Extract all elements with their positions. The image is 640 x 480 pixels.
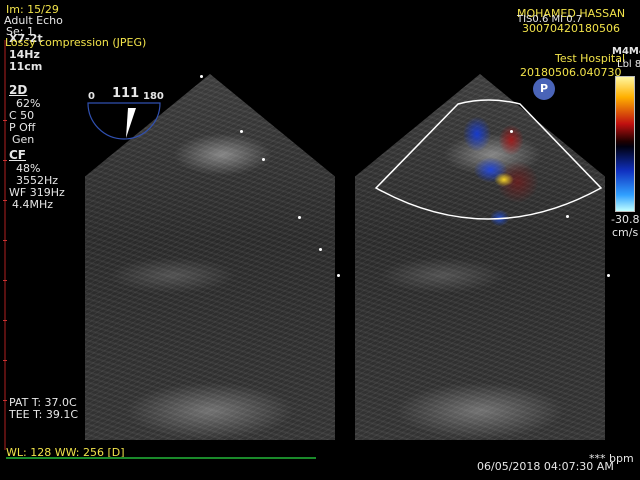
depth-tick: [3, 280, 7, 281]
depth-label: 11cm: [9, 60, 43, 73]
echo-viewer[interactable]: Im: 15/29 Adult Echo Se: 1 X7-2t Lossy c…: [0, 0, 640, 480]
depth-marker: [200, 75, 203, 78]
depth-marker: [607, 274, 610, 277]
depth-marker: [337, 274, 340, 277]
depth-marker: [240, 130, 243, 133]
depth-marker: [319, 248, 322, 251]
depth-tick: [3, 200, 7, 201]
scale-unit: cm/s: [612, 226, 639, 239]
depth-tick: [3, 160, 7, 161]
depth-tick: [3, 400, 7, 401]
scale-min-value: -30.8: [611, 213, 640, 226]
color-velocity-scale: [615, 76, 635, 212]
depth-marker: [566, 215, 569, 218]
depth-tick: [3, 240, 7, 241]
multiplane-arc: [87, 102, 161, 140]
scale-line: [6, 457, 316, 459]
depth-marker: [298, 216, 301, 219]
2d-settings-title: 2D: [9, 83, 28, 97]
depth-tick: [3, 320, 7, 321]
tee-temperature: TEE T: 39.1C: [9, 408, 79, 421]
probe-orientation-badge: P: [533, 78, 555, 100]
study-datetime: 20180506.040730: [520, 66, 622, 79]
patient-id: 30070420180506: [522, 22, 620, 35]
multiplane-max: 180: [143, 91, 164, 102]
multiplane-angle[interactable]: 111: [112, 87, 139, 101]
footer-datetime: 06/05/2018 04:07:30 AM: [477, 460, 614, 473]
depth-marker: [510, 130, 513, 133]
multiplane-needle: [126, 108, 136, 138]
multiplane-min: 0: [88, 91, 95, 102]
2d-mode: Gen: [12, 133, 35, 146]
cf-settings-title: CF: [9, 148, 27, 162]
depth-tick: [3, 120, 7, 121]
cf-frequency: 4.4MHz: [12, 198, 54, 211]
depth-marker: [262, 158, 265, 161]
depth-tick: [3, 360, 7, 361]
hospital-name: Test Hospital: [555, 52, 626, 65]
